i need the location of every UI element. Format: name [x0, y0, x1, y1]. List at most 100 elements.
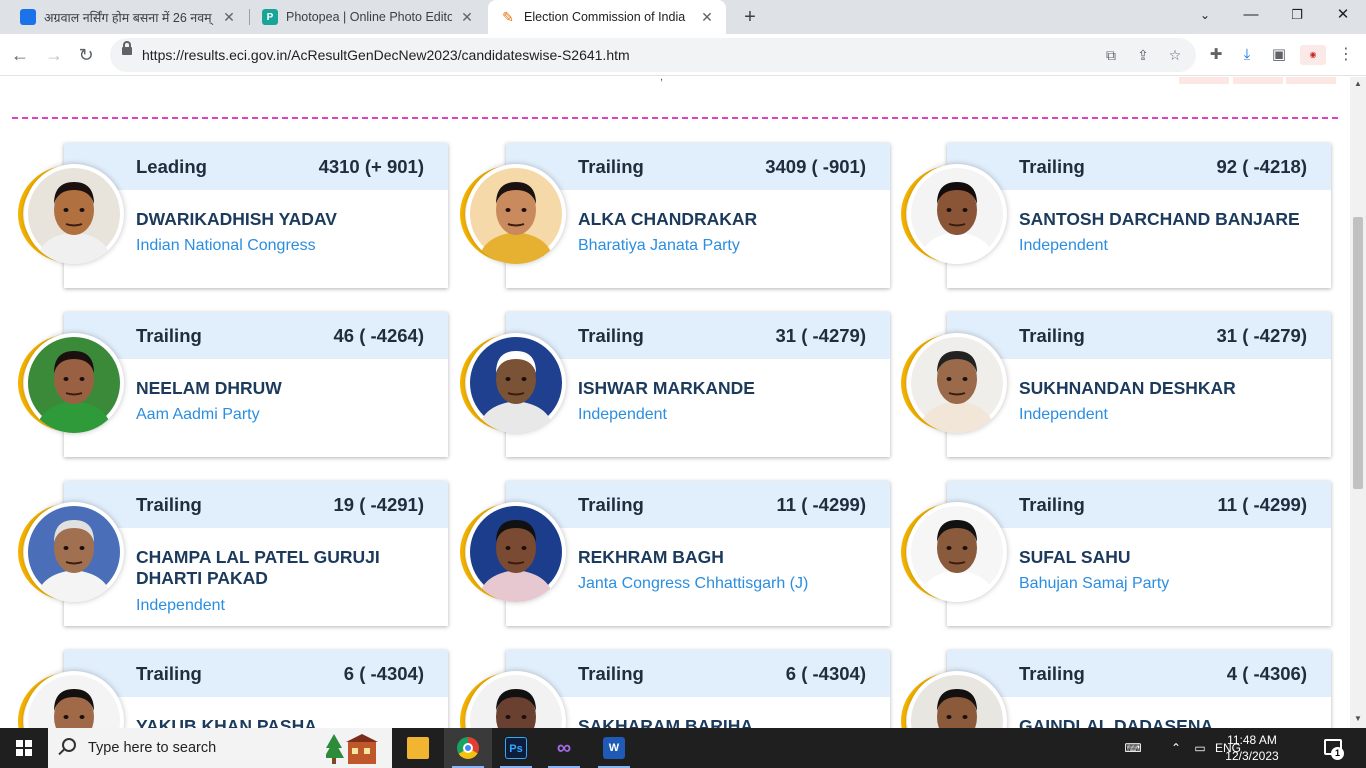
- chevron-down-icon[interactable]: ⌄: [1182, 0, 1228, 30]
- candidate-photo: [907, 333, 1007, 433]
- candidate-photo: [24, 333, 124, 433]
- download-icon[interactable]: ⤓: [1237, 45, 1257, 65]
- minimize-icon[interactable]: —: [1228, 0, 1274, 30]
- word-icon: W: [603, 737, 625, 759]
- system-clock[interactable]: 11:48 AM 12/3/2023: [1222, 732, 1282, 764]
- candidate-status: Trailing: [578, 494, 644, 515]
- candidate-votes: 4310 (+ 901): [318, 156, 424, 177]
- taskbar-word[interactable]: W: [590, 728, 638, 768]
- card-header: Trailing 31 ( -4279): [947, 312, 1331, 359]
- candidate-name: CHAMPA LAL PATEL GURUJI DHARTI PAKAD: [136, 547, 380, 588]
- page-scrollbar[interactable]: ▲ ▼: [1350, 77, 1366, 728]
- notification-count: 1: [1331, 747, 1344, 760]
- start-button[interactable]: [0, 728, 48, 768]
- candidate-card[interactable]: Trailing 11 ( -4299) SUFAL SAHU Bahujan Sam…: [901, 481, 1331, 626]
- share-icon[interactable]: ⇪: [1134, 46, 1152, 64]
- reload-icon[interactable]: ↻: [72, 41, 100, 69]
- scroll-down-icon[interactable]: ▼: [1353, 714, 1363, 724]
- address-bar[interactable]: https://results.eci.gov.in/AcResultGenDe…: [110, 38, 1196, 72]
- candidate-card[interactable]: Trailing 6 ( -4304) SAKHARAM BARIHA: [460, 650, 890, 728]
- restore-icon[interactable]: ❐: [1274, 0, 1320, 30]
- tab-agrawal-nursing[interactable]: अग्रवाल नर्सिंग होम बसना में 26 नवम् ✕: [8, 0, 248, 34]
- battery-icon[interactable]: ▭: [1190, 728, 1210, 768]
- candidate-party: Independent: [1019, 406, 1108, 423]
- candidate-card[interactable]: Trailing 31 ( -4279) ISHWAR MARKANDE Indepe…: [460, 312, 890, 457]
- christmas-tree-icon: [326, 734, 378, 764]
- candidate-card[interactable]: Leading 4310 (+ 901) DWARIKADHISH YADAV Ind…: [18, 143, 448, 288]
- side-panel-icon[interactable]: ▣: [1269, 45, 1289, 65]
- tab-title: अग्रवाल नर्सिंग होम बसना में 26 नवम्: [44, 10, 212, 25]
- translate-icon[interactable]: ⧉: [1102, 46, 1120, 64]
- candidate-photo: [24, 502, 124, 602]
- bookmark-star-icon[interactable]: ☆: [1166, 46, 1184, 64]
- scroll-hint-icon: ,: [660, 77, 664, 83]
- card-header: Trailing 4 ( -4306): [947, 650, 1331, 697]
- scrollbar-thumb[interactable]: [1353, 217, 1363, 489]
- extensions-puzzle-icon[interactable]: ✚: [1206, 45, 1226, 65]
- candidate-status: Trailing: [1019, 663, 1085, 684]
- profile-avatar-icon[interactable]: ◉: [1300, 45, 1326, 65]
- url-text[interactable]: https://results.eci.gov.in/AcResultGenDe…: [142, 38, 630, 72]
- close-icon[interactable]: ✕: [220, 9, 238, 26]
- candidate-photo: [907, 502, 1007, 602]
- windows-taskbar: Type here to search Ps ∞ W ⌨ ⌃ ▭ ENG 11:…: [0, 728, 1366, 768]
- new-tab-plus-icon[interactable]: +: [738, 5, 762, 29]
- close-icon[interactable]: ✕: [458, 9, 476, 26]
- back-arrow-icon[interactable]: ←: [6, 41, 34, 69]
- card-header: Trailing 6 ( -4304): [506, 650, 890, 697]
- candidate-name: SUKHNANDAN DESHKAR: [1019, 378, 1236, 398]
- candidate-name: ALKA CHANDRAKAR: [578, 209, 758, 229]
- candidate-status: Trailing: [136, 663, 202, 684]
- candidate-party: Aam Aadmi Party: [136, 406, 260, 423]
- window-close-icon[interactable]: ✕: [1320, 0, 1366, 30]
- page-top-button[interactable]: [1286, 77, 1336, 84]
- tab-election-commission[interactable]: ✎ Election Commission of India ✕: [488, 0, 726, 34]
- photoshop-icon: Ps: [505, 737, 527, 759]
- keyboard-icon[interactable]: ⌨: [1120, 728, 1146, 768]
- candidate-name: SAKHARAM BARIHA: [578, 716, 753, 728]
- page-top-button[interactable]: [1179, 77, 1229, 84]
- taskbar-photoshop[interactable]: Ps: [492, 728, 540, 768]
- page-top-button[interactable]: [1233, 77, 1283, 84]
- candidate-card[interactable]: Trailing 6 ( -4304) YAKUB KHAN PASHA: [18, 650, 448, 728]
- candidate-name: NEELAM DHRUW: [136, 378, 282, 398]
- candidate-card[interactable]: Trailing 3409 ( -901) ALKA CHANDRAKAR Bhara…: [460, 143, 890, 288]
- kebab-menu-icon[interactable]: ⋮: [1336, 45, 1356, 65]
- card-header: Trailing 6 ( -4304): [64, 650, 448, 697]
- candidate-card[interactable]: Trailing 11 ( -4299) REKHRAM BAGH Janta Con…: [460, 481, 890, 626]
- tab-photopea[interactable]: P Photopea | Online Photo Editor ✕: [250, 0, 486, 34]
- card-header: Trailing 31 ( -4279): [506, 312, 890, 359]
- taskbar-visual-studio[interactable]: ∞: [540, 728, 588, 768]
- candidate-votes: 92 ( -4218): [1216, 156, 1308, 177]
- candidate-card[interactable]: Trailing 92 ( -4218) SANTOSH DARCHAND BANJ…: [901, 143, 1331, 288]
- tab-title: Photopea | Online Photo Editor: [286, 10, 452, 24]
- search-placeholder: Type here to search: [88, 740, 217, 756]
- candidate-party: Independent: [1019, 237, 1108, 254]
- candidate-photo: [466, 164, 566, 264]
- card-header: Trailing 19 ( -4291): [64, 481, 448, 528]
- candidate-name: REKHRAM BAGH: [578, 547, 724, 567]
- chevron-up-icon[interactable]: ⌃: [1166, 728, 1186, 768]
- file-explorer-icon: [407, 737, 429, 759]
- card-header: Trailing 11 ( -4299): [947, 481, 1331, 528]
- page-viewport: , Leading 4310 (+ 901) DWARIKADHISH YADAV I…: [0, 77, 1350, 728]
- taskbar-chrome[interactable]: [444, 728, 492, 768]
- candidate-photo: [907, 164, 1007, 264]
- card-header: Trailing 11 ( -4299): [506, 481, 890, 528]
- candidate-card[interactable]: Trailing 19 ( -4291) CHAMPA LAL PATEL GURU…: [18, 481, 448, 626]
- clock-date: 12/3/2023: [1225, 749, 1279, 763]
- candidate-party: Janta Congress Chhattisgarh (J): [578, 575, 809, 592]
- forward-arrow-icon[interactable]: →: [40, 41, 68, 69]
- candidate-card[interactable]: Trailing 31 ( -4279) SUKHNANDAN DESHKAR Ind…: [901, 312, 1331, 457]
- candidate-card[interactable]: Trailing 46 ( -4264) NEELAM DHRUW Aam Aadmi…: [18, 312, 448, 457]
- candidate-votes: 31 ( -4279): [1216, 325, 1308, 346]
- scroll-up-icon[interactable]: ▲: [1353, 79, 1363, 89]
- candidate-status: Trailing: [578, 325, 644, 346]
- candidate-card[interactable]: Trailing 4 ( -4306) GAINDLAL DADASENA: [901, 650, 1331, 728]
- taskbar-search-box[interactable]: Type here to search: [48, 728, 392, 768]
- close-icon[interactable]: ✕: [698, 9, 716, 26]
- candidate-photo: [24, 164, 124, 264]
- tab-title: Election Commission of India: [524, 10, 686, 24]
- candidate-party: Independent: [136, 597, 225, 614]
- taskbar-file-explorer[interactable]: [394, 728, 442, 768]
